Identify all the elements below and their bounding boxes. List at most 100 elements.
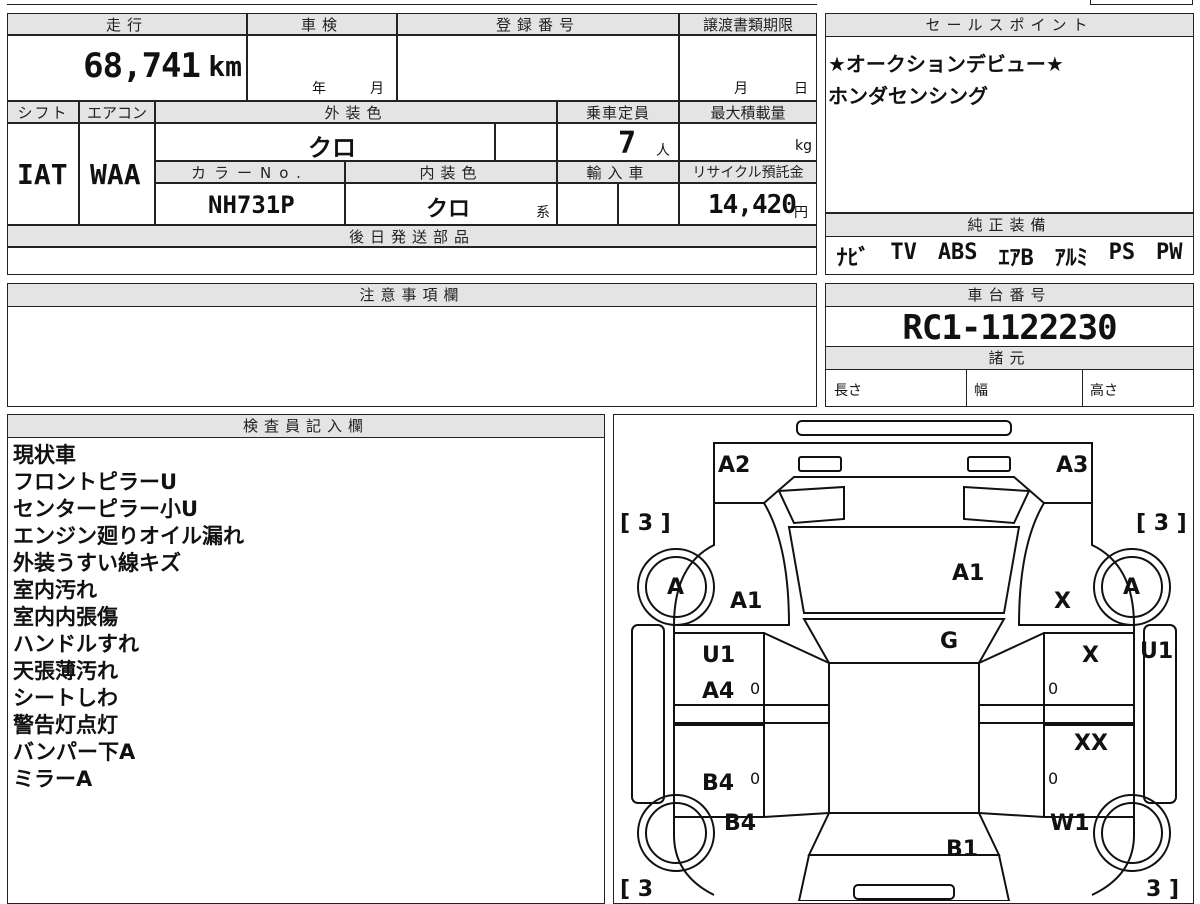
header-recycle-fee: リサイクル預託金 <box>679 161 817 183</box>
damage-x-door: X <box>1082 643 1099 668</box>
pillar-left <box>673 704 830 724</box>
equipment-navi: ﾅﾋﾞ <box>836 246 870 271</box>
deadline-day-label: 日 <box>794 81 808 97</box>
car-diagram-box: [ 3 ] [ 3 ] [ 3 3 ] A2 A3 A A A1 A1 X G … <box>613 414 1194 904</box>
header-chassis-no: 車台番号 <box>826 284 1193 307</box>
damage-a2: A2 <box>718 453 751 478</box>
rear-bumper-bar <box>853 884 955 900</box>
tire-tread-front-left: [ 3 ] <box>620 511 671 536</box>
inspector-note: 現状車 <box>13 443 76 467</box>
header-later-parts: 後日発送部品 <box>7 225 817 247</box>
equipment-pw: PW <box>1156 240 1183 265</box>
capacity-unit: 人 <box>656 143 670 159</box>
door-divider-right-2 <box>978 812 1045 818</box>
car-diagram <box>631 420 1177 901</box>
shaken-year-label: 年 <box>312 81 326 97</box>
damage-a1-hood: A1 <box>952 561 985 586</box>
headlight-right <box>967 456 1011 472</box>
tire-tread-front-right: [ 3 ] <box>1136 511 1187 536</box>
damage-a3: A3 <box>1056 453 1089 478</box>
damage-x-fender: X <box>1054 589 1071 614</box>
inspector-note: ハンドルすれ <box>13 632 139 656</box>
shift-value: IAT <box>17 158 68 191</box>
spec-length-label: 長さ <box>834 383 862 399</box>
spec-height-cell: 高さ <box>1082 370 1193 406</box>
mileage-unit: km <box>208 50 242 83</box>
spec-height-label: 高さ <box>1090 383 1118 399</box>
mileage-cell: 68,741 km <box>7 35 247 101</box>
inspector-note: フロントピラーU <box>13 470 178 494</box>
tire-tread-rear-left: [ 3 <box>620 877 654 902</box>
inspector-note: バンパー下A <box>13 740 136 764</box>
registration-cell <box>397 35 679 101</box>
capacity-value: 7 <box>618 126 637 161</box>
damage-wheel-front-left: A <box>667 575 685 600</box>
wheel-rear-left-outer <box>637 794 715 872</box>
recycle-fee-unit: 円 <box>794 205 808 221</box>
interior-color-value: クロ <box>426 197 471 222</box>
shaken-month-label: 月 <box>370 81 384 97</box>
chassis-box: 車台番号 RC1-1122230 諸元 長さ 幅 高さ <box>825 283 1194 407</box>
equipment-airbag: ｴｱB <box>998 246 1034 271</box>
spec-width-cell: 幅 <box>966 370 1083 406</box>
interior-color-suffix: 系 <box>536 205 550 221</box>
door-divider-left-2 <box>763 812 830 818</box>
header-mileage: 走行 <box>7 13 247 35</box>
damage-xx: XX <box>1074 731 1108 756</box>
equipment-list: ﾅﾋﾞ TV ABS ｴｱB ｱﾙﾐ PS PW <box>826 240 1193 272</box>
transfer-deadline-cell: 月 日 <box>679 35 817 101</box>
inspector-note: センターピラー小U <box>13 497 199 521</box>
windshield-outline <box>802 618 1006 664</box>
header-transfer-deadline: 譲渡書類期限 <box>679 13 817 35</box>
inspector-note: 天張薄汚れ <box>13 659 118 683</box>
shift-cell: IAT <box>7 123 79 225</box>
header-notes: 注意事項欄 <box>8 284 816 307</box>
wheel-rear-right-outer <box>1093 794 1171 872</box>
damage-g-glass: G <box>940 629 959 654</box>
body-right-side <box>1091 503 1135 896</box>
max-load-cell: kg <box>679 123 817 161</box>
aircon-value: WAA <box>90 158 141 191</box>
step-left <box>631 624 665 804</box>
inspector-note: 室内汚れ <box>13 578 97 602</box>
header-sales-points: セールスポイント <box>826 14 1193 37</box>
spec-width-label: 幅 <box>974 383 988 399</box>
header-capacity: 乗車定員 <box>557 101 679 123</box>
top-cutoff-strip-right <box>1090 0 1193 5</box>
header-specs: 諸元 <box>826 346 1193 370</box>
damage-b4-rear: B4 <box>724 811 757 836</box>
header-inspector: 検査員記入欄 <box>8 415 604 438</box>
exterior-color-extra-cell <box>495 123 557 161</box>
marker-zero-rear-right: 0 <box>1048 769 1059 788</box>
color-no-value: NH731P <box>208 191 295 219</box>
import-car-cell-1 <box>557 183 618 225</box>
aircon-cell: WAA <box>79 123 155 225</box>
door-divider-right <box>978 632 1045 664</box>
equipment-ps: PS <box>1108 240 1136 265</box>
header-interior-color: 内装色 <box>345 161 557 183</box>
notes-box: 注意事項欄 <box>7 283 817 407</box>
header-color-no: カラーNo. <box>155 161 345 183</box>
marker-zero-front-right: 0 <box>1048 679 1059 698</box>
recycle-fee-value: 14,420 <box>708 190 797 220</box>
damage-wheel-front-right: A <box>1123 575 1141 600</box>
capacity-cell: 7 人 <box>557 123 679 161</box>
damage-a1-left: A1 <box>730 589 763 614</box>
marker-zero-rear-left: 0 <box>750 769 761 788</box>
inspector-note: 室内内張傷 <box>13 605 118 629</box>
marker-zero-front-left: 0 <box>750 679 761 698</box>
damage-a4: A4 <box>702 679 735 704</box>
shaken-cell: 年 月 <box>247 35 397 101</box>
damage-b4-door: B4 <box>702 771 735 796</box>
exterior-color-value: クロ <box>308 134 356 162</box>
vehicle-info-table: 走行 車検 登録番号 譲渡書類期限 68,741 km 年 月 月 日 シフト … <box>7 13 817 275</box>
damage-u1-left: U1 <box>702 643 736 668</box>
roof-outline <box>828 662 980 814</box>
sales-point-line-1: ★オークションデビュー★ <box>828 52 1064 76</box>
header-aircon: エアコン <box>79 101 155 123</box>
damage-u1-right: U1 <box>1140 639 1174 664</box>
spec-length-cell: 長さ <box>826 370 967 406</box>
equipment-alloy: ｱﾙﾐ <box>1054 246 1088 271</box>
equipment-abs: ABS <box>937 240 978 265</box>
inspector-note: ミラーA <box>13 767 93 791</box>
